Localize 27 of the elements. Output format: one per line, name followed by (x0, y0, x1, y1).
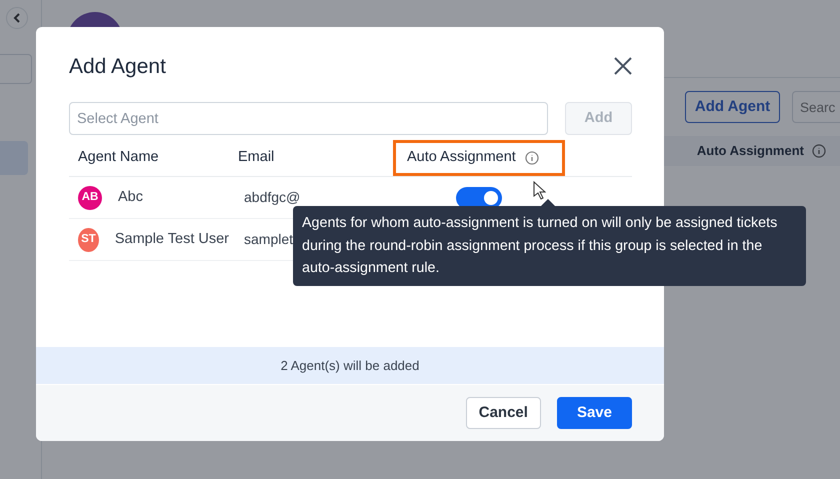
tooltip: Agents for whom auto-assignment is turned on will only be assigned tickets during the round-robin assignment process if this group is selected in the auto-assignment rule. (293, 206, 806, 286)
info-icon[interactable] (524, 151, 539, 166)
cancel-button[interactable]: Cancel (466, 397, 541, 429)
avatar: AB (78, 186, 102, 210)
info-icon[interactable] (812, 144, 826, 158)
cursor-icon (533, 181, 546, 200)
avatar: ST (78, 228, 99, 252)
column-header: Auto Assignment (407, 148, 516, 168)
add-agent-button[interactable]: Add Agent (685, 91, 780, 123)
agent-email: abdfgc@ (243, 189, 300, 206)
sidebar-field[interactable] (0, 54, 32, 84)
back-button[interactable] (6, 7, 28, 29)
summary-text: 2 Agent(s) will be added (280, 356, 420, 375)
agent-name: Sample Test User (114, 230, 229, 249)
dialog-title: Add Agent (69, 54, 166, 80)
column-header: Agent Name (77, 148, 160, 168)
select-agent-field[interactable]: Select Agent (69, 102, 548, 136)
toggle-switch[interactable] (456, 186, 502, 209)
close-icon (614, 56, 632, 75)
search-field[interactable]: Searc (792, 91, 840, 123)
chevron-left-icon (13, 13, 21, 23)
column-header: Auto Assignment (696, 142, 804, 160)
agent-name: Abc (118, 188, 143, 207)
save-button[interactable]: Save (556, 397, 632, 429)
close-button[interactable] (614, 56, 634, 77)
agent-email: samplet (243, 231, 294, 248)
column-header: Email (237, 148, 276, 168)
